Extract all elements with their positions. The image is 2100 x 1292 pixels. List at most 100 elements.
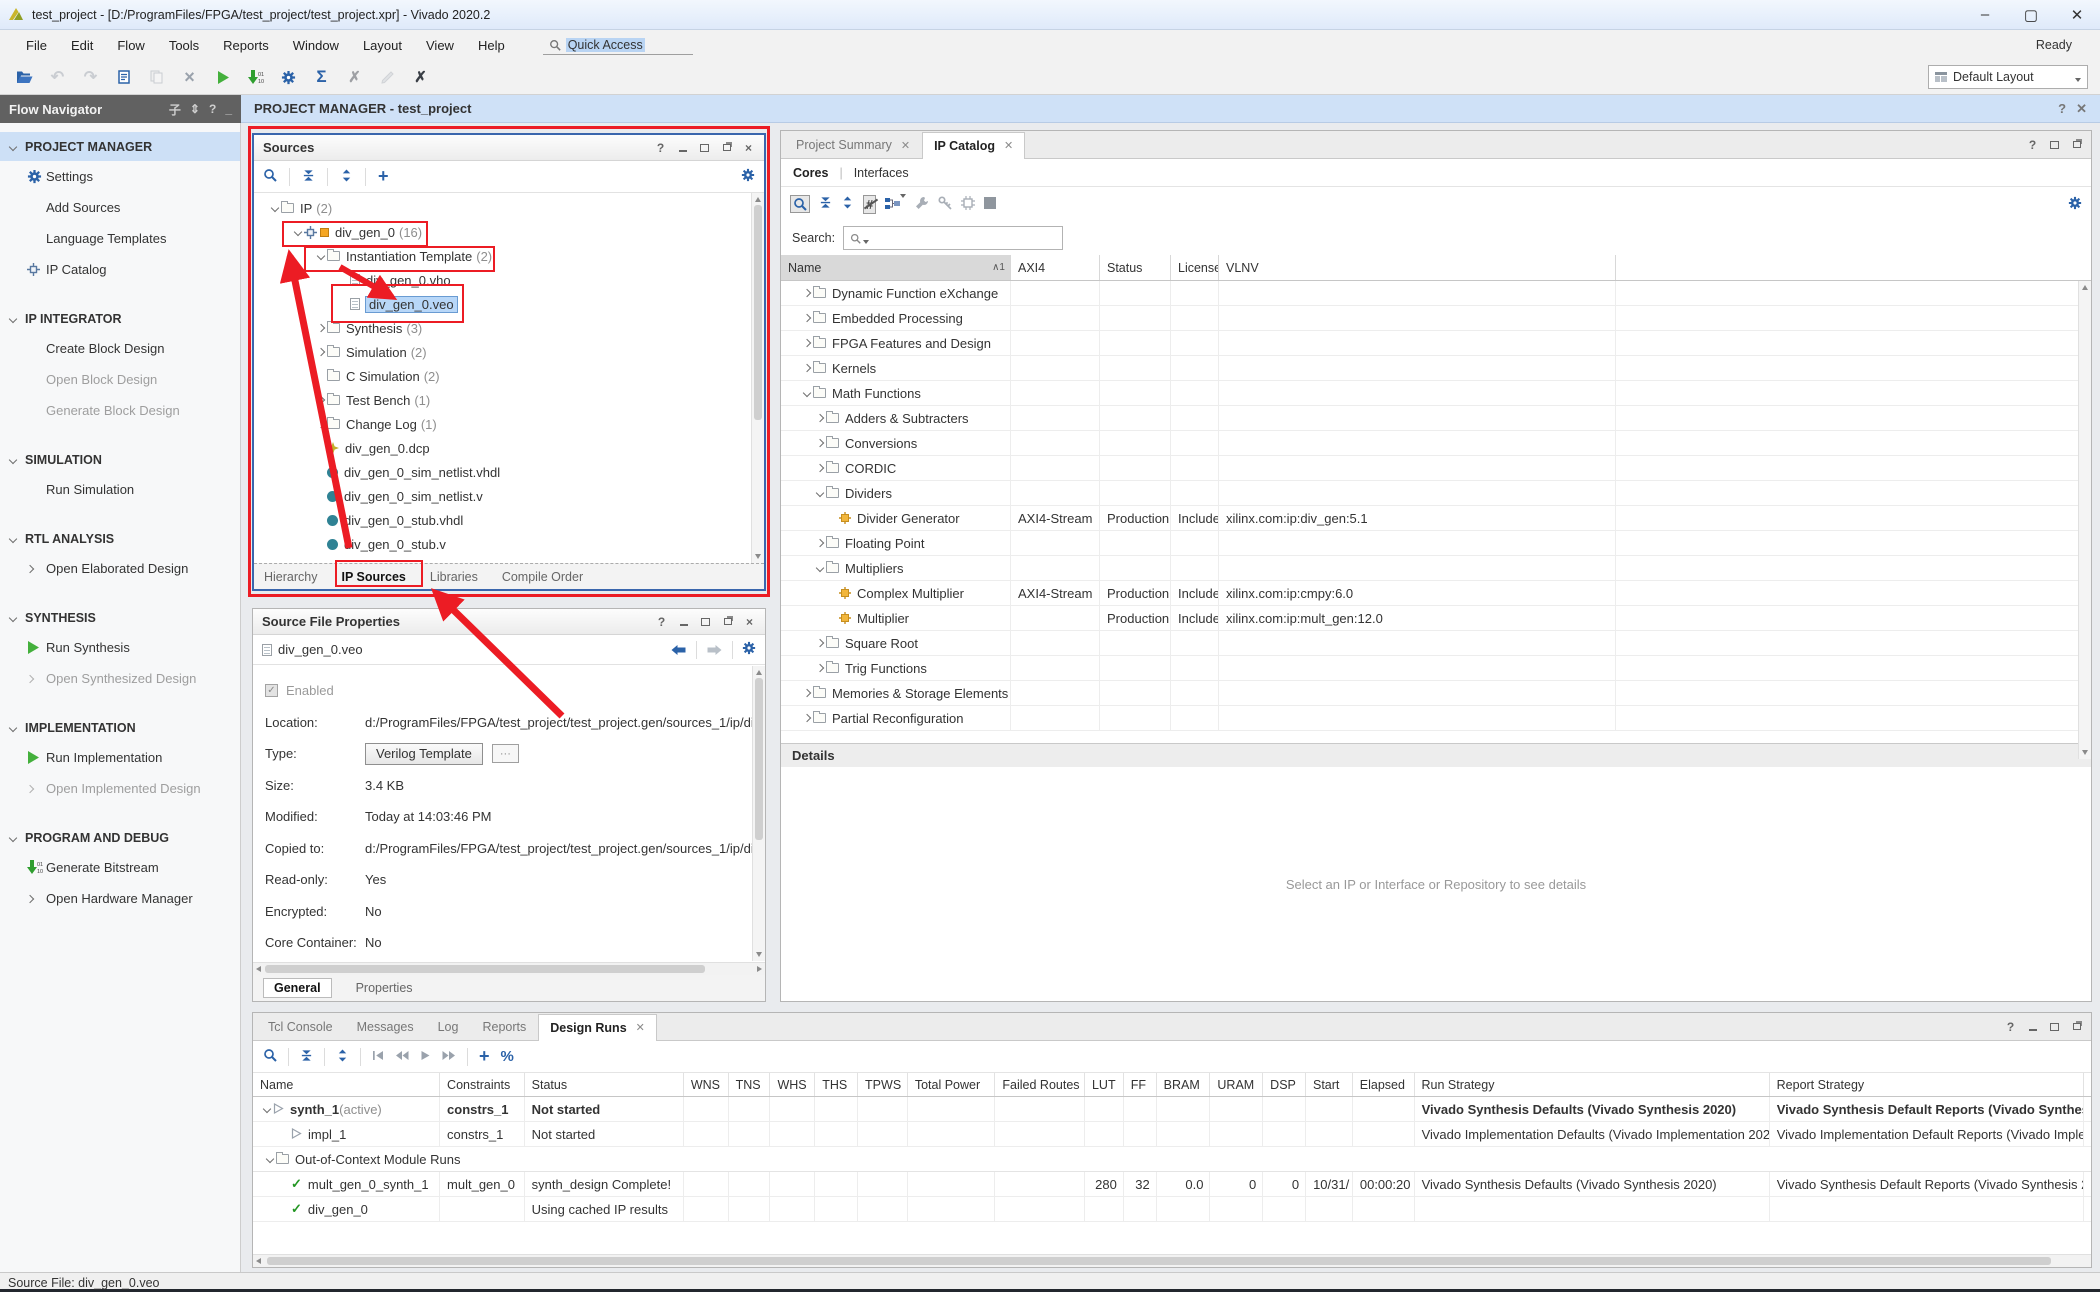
ip-row-multiplier[interactable]: MultiplierProductionIncludedxilinx.com:i… <box>781 606 2091 631</box>
run-icon[interactable] <box>420 1049 431 1064</box>
tree-item-div-gen-0[interactable]: div_gen_0(16) <box>254 220 764 244</box>
column-header-elapsed[interactable]: Elapsed <box>1353 1073 1415 1096</box>
enabled-checkbox[interactable]: ✓ <box>265 684 278 697</box>
cancel-button[interactable]: ✗ <box>338 64 371 91</box>
column-header-ff[interactable]: FF <box>1124 1073 1157 1096</box>
tab-reports[interactable]: Reports <box>470 1013 538 1040</box>
column-header-tns[interactable]: TNS <box>729 1073 771 1096</box>
gear-icon[interactable] <box>2068 196 2082 213</box>
tree-item-div-gen-0-stub-v[interactable]: div_gen_0_stub.v <box>254 532 764 556</box>
sidebar-section-ip-integrator[interactable]: IP INTEGRATOR <box>0 304 240 333</box>
help-icon[interactable]: ? <box>2058 101 2066 116</box>
menu-view[interactable]: View <box>414 38 466 53</box>
design-run-row-impl-1[interactable]: impl_1constrs_1Not startedVivado Impleme… <box>253 1122 2091 1147</box>
tab-libraries[interactable]: Libraries <box>430 570 478 584</box>
copy-button[interactable] <box>140 64 173 91</box>
maximize-panel-icon[interactable] <box>2048 138 2061 151</box>
sidebar-item-open-synthesized-design[interactable]: Open Synthesized Design <box>0 663 240 694</box>
sidebar-item-settings[interactable]: Settings <box>0 161 240 192</box>
column-header-ths[interactable]: THS <box>815 1073 858 1096</box>
first-run-icon[interactable] <box>372 1049 384 1064</box>
ip-row-partial-reconfiguration[interactable]: Partial Reconfiguration <box>781 706 2091 731</box>
float-panel-icon[interactable] <box>721 615 734 628</box>
menu-flow[interactable]: Flow <box>105 38 156 53</box>
report-button[interactable] <box>107 64 140 91</box>
tree-item-div-gen-0-dcp[interactable]: div_gen_0.dcp <box>254 436 764 460</box>
expand-all-icon[interactable] <box>340 169 353 185</box>
sidebar-section-synthesis[interactable]: SYNTHESIS <box>0 603 240 632</box>
column-header-report-strategy[interactable]: Report Strategy <box>1770 1073 2084 1096</box>
layout-selector[interactable]: Default Layout <box>1928 65 2088 89</box>
menu-help[interactable]: Help <box>466 38 517 53</box>
column-header-total-power[interactable]: Total Power <box>908 1073 996 1096</box>
delete-button[interactable]: × <box>173 64 206 91</box>
previous-run-icon[interactable] <box>395 1049 409 1064</box>
tab-general[interactable]: General <box>263 978 332 998</box>
column-header-status[interactable]: Status <box>525 1073 684 1096</box>
column-header-constraints[interactable]: Constraints <box>440 1073 525 1096</box>
menu-file[interactable]: File <box>14 38 59 53</box>
close-tab-icon[interactable]: ✕ <box>1004 139 1013 152</box>
sidebar-item-open-hardware-manager[interactable]: Open Hardware Manager <box>0 883 240 914</box>
back-arrow-icon[interactable] <box>670 644 687 656</box>
tab-project-summary[interactable]: Project Summary✕ <box>784 131 922 158</box>
column-header-whs[interactable]: WHS <box>770 1073 815 1096</box>
design-run-row-mult-gen-0-synth-1[interactable]: ✓mult_gen_0_synth_1mult_gen_0synth_desig… <box>253 1172 2091 1197</box>
help-icon[interactable]: ? <box>2004 1020 2017 1033</box>
ip-row-conversions[interactable]: Conversions <box>781 431 2091 456</box>
settings-button[interactable] <box>272 64 305 91</box>
close-view-icon[interactable]: ✕ <box>2076 101 2087 117</box>
sidebar-section-program-and-debug[interactable]: PROGRAM AND DEBUG <box>0 823 240 852</box>
close-panel-icon[interactable]: × <box>743 615 756 628</box>
ip-row-trig-functions[interactable]: Trig Functions <box>781 656 2091 681</box>
sources-vertical-scrollbar[interactable] <box>751 193 764 563</box>
ip-row-cordic[interactable]: CORDIC <box>781 456 2091 481</box>
ip-row-complex-multiplier[interactable]: Complex MultiplierAXI4-StreamProductionI… <box>781 581 2091 606</box>
ip-row-adders-subtracters[interactable]: Adders & Subtracters <box>781 406 2091 431</box>
ip-row-multipliers[interactable]: Multipliers <box>781 556 2091 581</box>
maximize-panel-icon[interactable] <box>699 615 712 628</box>
ip-row-math-functions[interactable]: Math Functions <box>781 381 2091 406</box>
quick-access-search[interactable]: Quick Access <box>543 36 693 55</box>
percent-icon[interactable]: % <box>501 1048 514 1065</box>
expand-all-icon[interactable]: ⇕ <box>190 102 200 116</box>
forward-arrow-icon[interactable] <box>706 644 723 656</box>
close-tab-icon[interactable]: ✕ <box>636 1021 645 1034</box>
next-run-icon[interactable] <box>442 1049 456 1064</box>
tab-ip-catalog[interactable]: IP Catalog✕ <box>922 132 1025 159</box>
tab-properties[interactable]: Properties <box>356 981 413 995</box>
ip-vertical-scrollbar[interactable] <box>2078 281 2091 759</box>
tree-item-ip[interactable]: IP(2) <box>254 196 764 220</box>
help-icon[interactable]: ? <box>2026 138 2039 151</box>
report-summary-button[interactable]: Σ <box>305 64 338 91</box>
ip-settings-icon[interactable] <box>961 196 975 213</box>
column-header-bram[interactable]: BRAM <box>1157 1073 1211 1096</box>
tree-item-div-gen-0-sim-netlist-vhdl[interactable]: div_gen_0_sim_netlist.vhdl <box>254 460 764 484</box>
tree-item-simulation[interactable]: Simulation(2) <box>254 340 764 364</box>
tree-item-div-gen-0-stub-vhdl[interactable]: div_gen_0_stub.vhdl <box>254 508 764 532</box>
menu-layout[interactable]: Layout <box>351 38 414 53</box>
create-run-icon[interactable]: + <box>479 1046 490 1067</box>
design-run-row-div-gen-0[interactable]: ✓div_gen_0Using cached IP results <box>253 1197 2091 1222</box>
ip-row-kernels[interactable]: Kernels <box>781 356 2091 381</box>
ip-row-memories-storage-elements[interactable]: Memories & Storage Elements <box>781 681 2091 706</box>
tree-item-test-bench[interactable]: Test Bench(1) <box>254 388 764 412</box>
sidebar-section-project-manager[interactable]: PROJECT MANAGER <box>0 132 240 161</box>
help-icon[interactable]: ? <box>209 102 216 116</box>
add-sources-icon[interactable]: + <box>378 166 389 187</box>
ip-row-floating-point[interactable]: Floating Point <box>781 531 2091 556</box>
tree-item-c-simulation[interactable]: C Simulation(2) <box>254 364 764 388</box>
column-header-start[interactable]: Start <box>1306 1073 1353 1096</box>
maximize-panel-icon[interactable] <box>698 141 711 154</box>
edit-button[interactable] <box>371 64 404 91</box>
sidebar-item-create-block-design[interactable]: Create Block Design <box>0 333 240 364</box>
search-icon[interactable] <box>263 168 277 185</box>
tab-hierarchy[interactable]: Hierarchy <box>264 570 318 584</box>
tab-messages[interactable]: Messages <box>345 1013 426 1040</box>
ip-row-dividers[interactable]: Dividers <box>781 481 2091 506</box>
subtab-cores[interactable]: Cores <box>793 166 828 180</box>
sfp-vertical-scrollbar[interactable] <box>752 666 765 961</box>
float-panel-icon[interactable] <box>2070 1020 2083 1033</box>
menu-edit[interactable]: Edit <box>59 38 105 53</box>
collapse-all-icon[interactable] <box>819 196 832 212</box>
